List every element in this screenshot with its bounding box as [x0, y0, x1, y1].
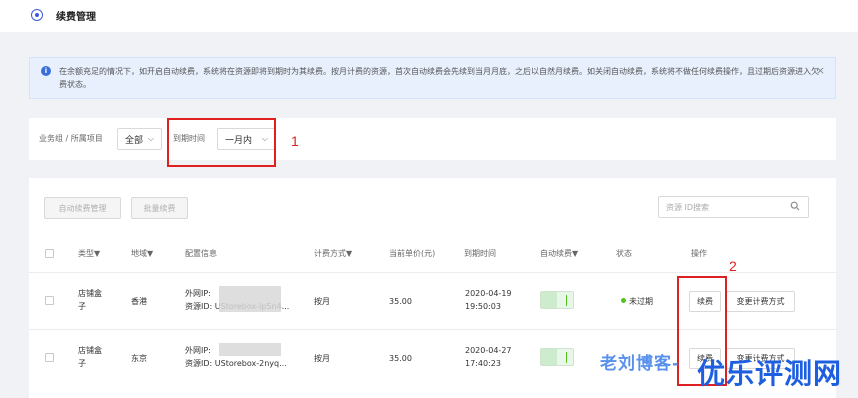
- resource-search-input[interactable]: 资源 ID搜索: [658, 196, 809, 218]
- col-price-header: 当前单价(元): [389, 249, 436, 258]
- col-billing-header[interactable]: 计费方式▼: [314, 248, 352, 259]
- info-icon: i: [41, 66, 51, 76]
- row-type: 店铺盒子: [78, 289, 102, 311]
- batch-renew-button[interactable]: 批量续费: [131, 197, 188, 219]
- redacted-ip: [219, 286, 281, 312]
- col-region-header[interactable]: 地域▼: [131, 248, 153, 259]
- annotation-box-1: [167, 118, 276, 167]
- info-alert: i 在余额充足的情况下，如开启自动续费，系统将在资源即将到期时为其续费。按月计费…: [29, 57, 836, 99]
- row-region: 东京: [131, 354, 147, 363]
- alert-text: 在余额充足的情况下，如开启自动续费，系统将在资源即将到期时为其续费。按月计费的资…: [59, 67, 819, 89]
- col-actions-header: 操作: [691, 249, 707, 258]
- row-config-ip: 外网IP:: [185, 346, 211, 355]
- row-divider: [29, 272, 836, 273]
- change-billing-button[interactable]: 变更计费方式: [726, 291, 795, 312]
- row-expire-time: 19:50:03: [465, 302, 501, 311]
- row-status: 未过期: [629, 297, 653, 306]
- watermark-right: 优乐评测网: [697, 357, 843, 390]
- row-checkbox[interactable]: [45, 353, 54, 362]
- row-price: 35.00: [389, 354, 412, 363]
- redacted-ip: [219, 343, 281, 356]
- filter-bar: 业务组 / 所属项目 全部 ⌵ 到期时间 一月内 ⌵: [29, 118, 836, 160]
- row-billing: 按月: [314, 354, 330, 363]
- status-dot-icon: [621, 298, 626, 303]
- row-expire-time: 17:40:23: [465, 359, 501, 368]
- close-icon[interactable]: ×: [816, 64, 825, 77]
- target-icon: [31, 9, 43, 21]
- annotation-number-2: 2: [729, 258, 737, 274]
- select-all-checkbox[interactable]: [45, 249, 54, 258]
- chevron-down-icon: ⌵: [147, 134, 154, 143]
- search-icon[interactable]: [790, 201, 800, 211]
- group-select[interactable]: 全部 ⌵: [117, 128, 162, 150]
- col-expire-header: 到期时间: [464, 249, 496, 258]
- auto-renew-toggle[interactable]: [540, 348, 574, 366]
- row-price: 35.00: [389, 297, 412, 306]
- row-region: 香港: [131, 297, 147, 306]
- row-expire-date: 2020-04-19: [465, 289, 512, 298]
- col-auto-renew-header[interactable]: 自动续费▼: [540, 248, 578, 259]
- watermark-left: 老刘博客-: [600, 354, 681, 374]
- page-header: 续费管理: [0, 0, 858, 32]
- auto-renew-toggle[interactable]: [540, 291, 574, 309]
- row-checkbox[interactable]: [45, 296, 54, 305]
- search-placeholder: 资源 ID搜索: [666, 202, 710, 212]
- group-select-value: 全部: [125, 135, 144, 146]
- auto-renew-manage-button[interactable]: 自动续费管理: [44, 197, 121, 219]
- col-config-header: 配置信息: [185, 249, 217, 258]
- page-title: 续费管理: [56, 12, 96, 23]
- row-type: 店铺盒子: [78, 346, 102, 368]
- row-billing: 按月: [314, 297, 330, 306]
- row-expire-date: 2020-04-27: [465, 346, 512, 355]
- row-config-id: 资源ID: UStorebox-2nyq...: [185, 359, 287, 368]
- row-config-ip: 外网IP:: [185, 289, 211, 298]
- annotation-number-1: 1: [291, 133, 299, 149]
- col-status-header: 状态: [616, 249, 632, 258]
- col-type-header[interactable]: 类型▼: [78, 248, 100, 259]
- group-filter-label: 业务组 / 所属项目: [39, 134, 103, 143]
